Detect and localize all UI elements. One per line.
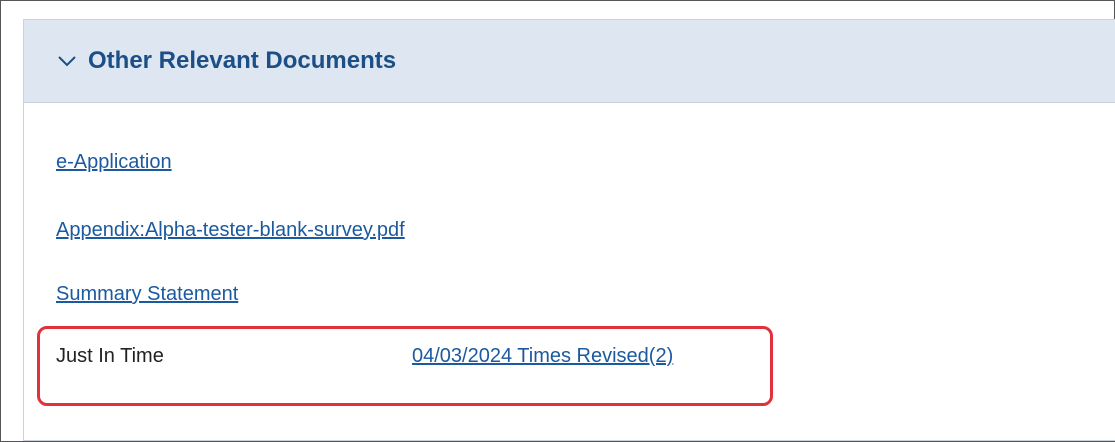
just-in-time-label: Just In Time xyxy=(56,345,164,367)
chevron-down-icon xyxy=(56,50,78,72)
just-in-time-link[interactable]: 04/03/2024 Times Revised(2) xyxy=(412,345,673,368)
section-header-toggle[interactable]: Other Relevant Documents xyxy=(24,20,1115,103)
summary-statement-link[interactable]: Summary Statement xyxy=(56,283,238,306)
e-application-link[interactable]: e-Application xyxy=(56,151,172,174)
screenshot-frame: Other Relevant Documents e-Application A… xyxy=(0,0,1115,442)
appendix-link[interactable]: Appendix:Alpha-tester-blank-survey.pdf xyxy=(56,219,405,242)
other-relevant-documents-panel: Other Relevant Documents e-Application A… xyxy=(23,19,1115,441)
section-title: Other Relevant Documents xyxy=(88,47,397,74)
